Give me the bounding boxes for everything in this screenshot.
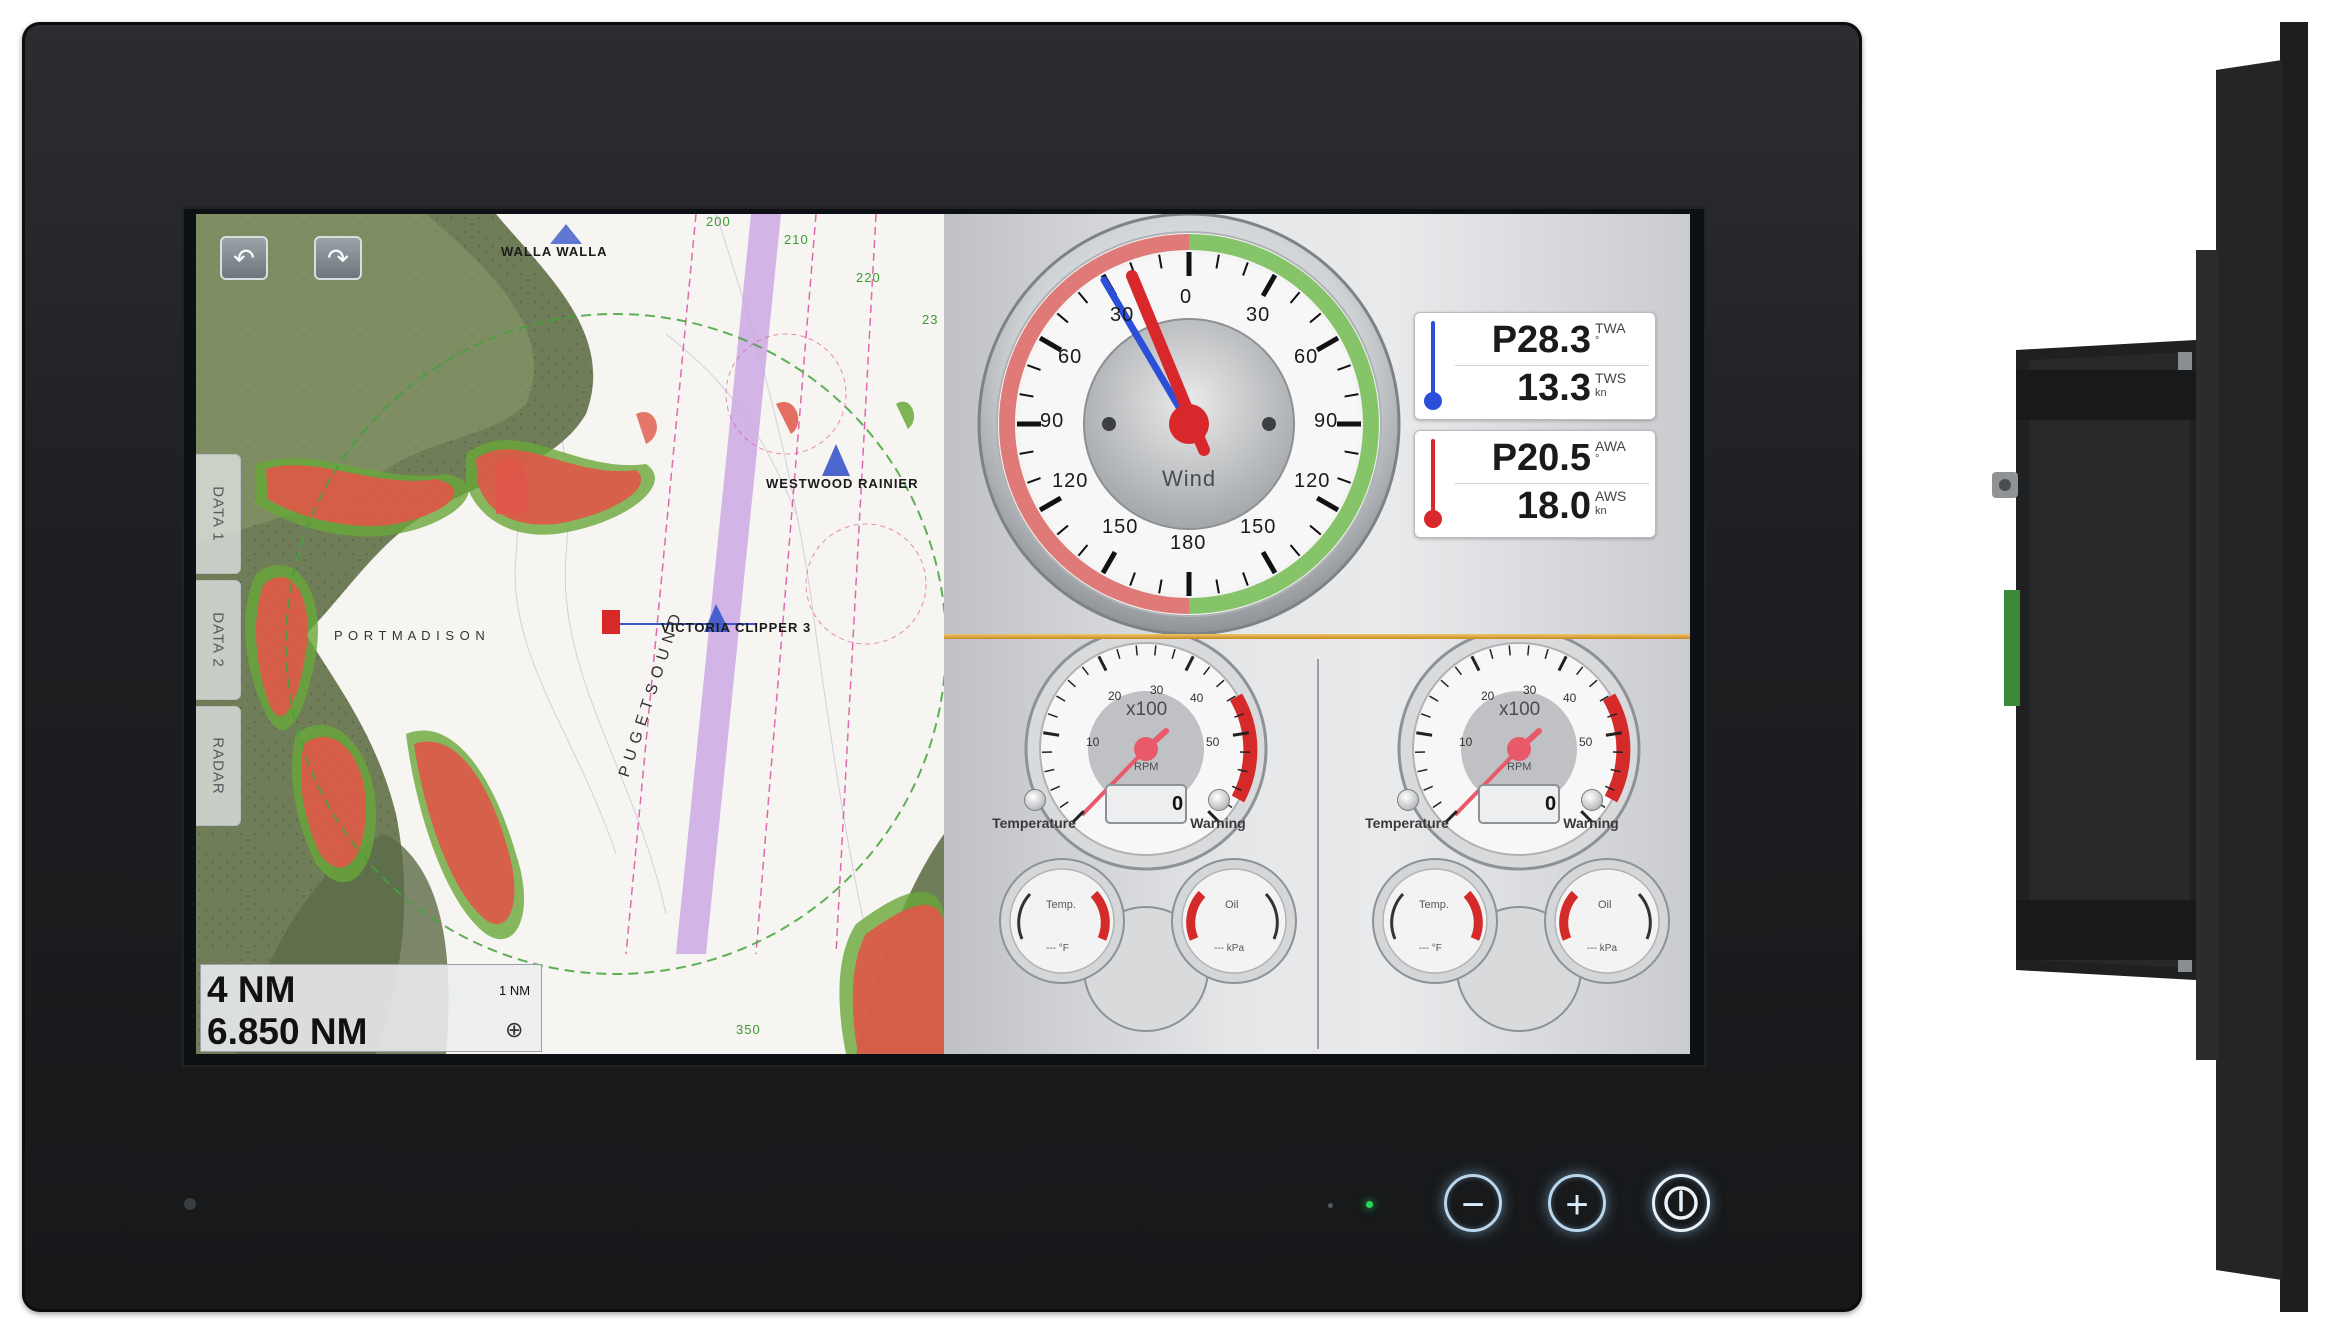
range-scale-box[interactable]: 4 NM 1 NM 6.850 NM ⊕ <box>200 964 542 1052</box>
true-wind-databox[interactable]: P28.3 TWA ° 13.3 TWS kn <box>1414 312 1656 420</box>
apparent-wind-thermometer-icon <box>1424 439 1442 528</box>
tws-unit: kn <box>1595 387 1607 399</box>
temp-gauge-label: Temp. <box>1046 899 1076 911</box>
zoom-in-button[interactable]: + <box>1548 1174 1606 1232</box>
power-button[interactable] <box>1652 1174 1710 1232</box>
temp-gauge-label: Temp. <box>1419 899 1449 911</box>
temp-oil-gauges <box>1372 858 1670 984</box>
twa-unit: ° <box>1595 335 1600 347</box>
tws-label: TWS <box>1595 370 1627 386</box>
wind-panel: 0 30 60 90 120 150 180 150 120 90 60 30 … <box>944 214 1690 636</box>
undo-button[interactable]: ↶ <box>220 236 268 280</box>
nautical-chart <box>196 214 944 1054</box>
range-scale-unit: 1 NM <box>499 983 531 998</box>
oil-gauge-unit: --- kPa <box>1587 943 1617 954</box>
engine-1: 10 20 30 40 50 x100 RPM 0 Temperature Warning Tem… <box>944 639 1317 1054</box>
plus-icon: + <box>1565 1183 1589 1227</box>
compass-tick-label: 23 <box>922 312 939 327</box>
wind-scale-label: 30 <box>1110 304 1135 326</box>
wind-scale-label: 150 <box>1102 516 1139 538</box>
wind-scale-label: 60 <box>1294 346 1319 368</box>
tab-data-2[interactable]: DATA 2 <box>196 580 241 700</box>
minus-icon: − <box>1461 1183 1485 1227</box>
compass-tick-label: 220 <box>856 270 881 285</box>
vessel-label-walla-walla[interactable]: WALLA WALLA <box>501 244 608 259</box>
twa-value: P28.3 <box>1491 319 1591 361</box>
databox-divider <box>1455 483 1649 484</box>
aws-label: AWS <box>1595 488 1627 504</box>
light-sensor <box>184 1198 196 1210</box>
tab-data-1[interactable]: DATA 1 <box>196 454 241 574</box>
wind-scale-label: 150 <box>1240 516 1277 538</box>
databox-divider <box>1455 365 1649 366</box>
range-value: 4 NM <box>207 969 296 1010</box>
tab-radar[interactable]: RADAR <box>196 706 241 826</box>
distance-value: 6.850 NM <box>207 1011 368 1052</box>
tab-label: DATA 2 <box>209 612 227 668</box>
engine-2: 10 20 30 40 50 x100 RPM 0 Temperature Warning Tem… <box>1317 639 1690 1054</box>
tab-label: RADAR <box>209 737 227 795</box>
compass-tick-label: 210 <box>784 232 809 247</box>
status-led-dim <box>1328 1203 1333 1208</box>
awa-unit: ° <box>1595 453 1600 465</box>
wind-scale-label: 180 <box>1170 532 1207 554</box>
tab-label: DATA 1 <box>209 486 227 542</box>
oil-gauge-label: Oil <box>1598 899 1612 911</box>
wind-gauge-title: Wind <box>1162 466 1217 491</box>
engine-panel: 10 20 30 40 50 x100 RPM 0 Temperature Warning Tem… <box>944 639 1690 1054</box>
aws-value: 18.0 <box>1517 485 1591 527</box>
wind-scale-label: 90 <box>1040 410 1065 432</box>
power-status-led <box>1366 1201 1373 1208</box>
oil-gauge-unit: --- kPa <box>1214 943 1244 954</box>
compass-tick-label: 200 <box>706 214 731 229</box>
chart-pane[interactable]: WALLA WALLA WESTWOOD RAINIER VICTORIA CL… <box>196 214 944 1054</box>
side-tabs: DATA 1 DATA 2 RADAR <box>196 454 242 832</box>
vessel-label-westwood[interactable]: WESTWOOD RAINIER <box>766 476 919 491</box>
wind-scale-label: 0 <box>1180 286 1193 308</box>
wind-scale-label: 120 <box>1294 470 1331 492</box>
oil-gauge-label: Oil <box>1225 899 1239 911</box>
wind-scale-label: 120 <box>1052 470 1089 492</box>
temp-gauge-unit: --- °F <box>1046 943 1069 954</box>
temp-oil-gauges <box>999 858 1297 984</box>
zoom-out-button[interactable]: − <box>1444 1174 1502 1232</box>
undo-icon: ↶ <box>233 243 255 273</box>
redo-icon: ↷ <box>327 243 349 273</box>
awa-value: P20.5 <box>1491 437 1591 479</box>
wind-scale-label: 60 <box>1058 346 1083 368</box>
tws-value: 13.3 <box>1517 367 1591 409</box>
redo-button[interactable]: ↷ <box>314 236 362 280</box>
wind-scale-label: 90 <box>1314 410 1339 432</box>
power-icon <box>1664 1186 1698 1220</box>
instrument-pane: 0 30 60 90 120 150 180 150 120 90 60 30 … <box>944 214 1690 1054</box>
temp-gauge-unit: --- °F <box>1419 943 1442 954</box>
apparent-wind-databox[interactable]: P20.5 AWA ° 18.0 AWS kn <box>1414 430 1656 538</box>
wind-scale-label: 30 <box>1246 304 1271 326</box>
true-wind-thermometer-icon <box>1424 321 1442 410</box>
twa-label: TWA <box>1595 320 1626 336</box>
touch-screen[interactable]: WALLA WALLA WESTWOOD RAINIER VICTORIA CL… <box>196 214 1690 1054</box>
aws-unit: kn <box>1595 505 1607 517</box>
compass-tick-label: 350 <box>736 1022 761 1037</box>
place-label-port-madison: P O R T M A D I S O N <box>334 628 486 643</box>
awa-label: AWA <box>1595 438 1626 454</box>
compass-icon: ⊕ <box>505 1017 524 1042</box>
